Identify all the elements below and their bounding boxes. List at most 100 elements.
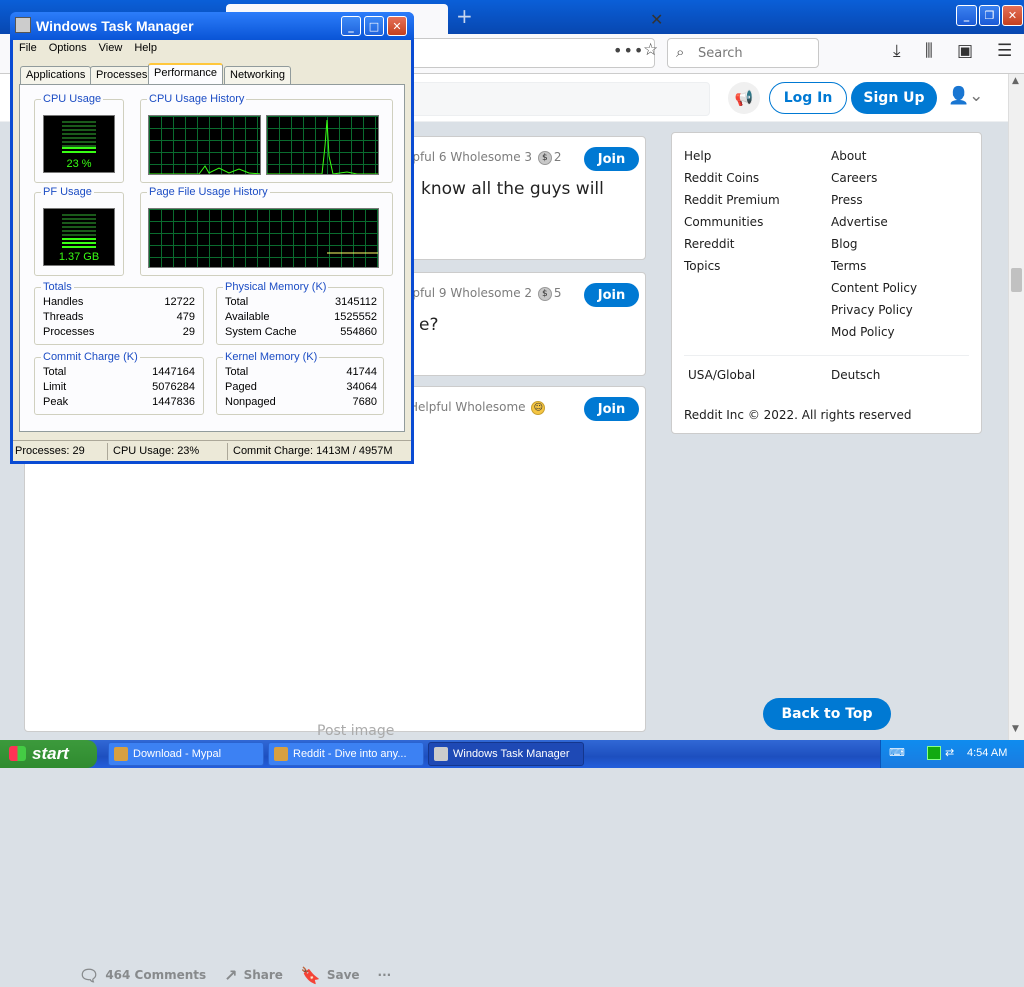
physical-memory-group: Physical Memory (K) Total 3145112 Availa…	[216, 281, 384, 345]
menu-bar: File Options View Help	[13, 40, 411, 58]
join-button[interactable]: Join	[584, 283, 639, 307]
stat-label: Total	[225, 296, 249, 308]
menu-file[interactable]: File	[13, 40, 43, 58]
scroll-down-icon[interactable]: ▼	[1012, 724, 1019, 734]
language-link[interactable]: Deutsch	[831, 368, 880, 382]
keyboard-icon[interactable]: ⌨	[889, 746, 905, 760]
menu-help[interactable]: Help	[128, 40, 163, 58]
wholesome-award-icon: ☺	[531, 400, 546, 415]
taskbar-item-mypal[interactable]: Download - Mypal	[108, 742, 264, 766]
library-icon[interactable]: ⫼	[925, 41, 933, 61]
tab-networking[interactable]: Networking	[224, 66, 292, 85]
footer-link[interactable]: Content Policy	[831, 281, 917, 295]
status-separator	[107, 443, 108, 460]
footer-link[interactable]: Communities	[684, 215, 763, 229]
footer-links-card: Help Reddit Coins Reddit Premium Communi…	[671, 132, 982, 434]
search-placeholder: Search	[698, 46, 743, 61]
bookmark-star-icon[interactable]: ☆	[643, 40, 658, 60]
join-button[interactable]: Join	[584, 147, 639, 171]
stat-value: 7680	[352, 396, 377, 408]
status-commit: Commit Charge: 1413M / 4957M	[233, 445, 393, 457]
footer-link[interactable]: Careers	[831, 171, 877, 185]
group-label: CPU Usage History	[147, 93, 247, 105]
stat-value: 1447164	[152, 366, 195, 378]
footer-link[interactable]: About	[831, 149, 866, 163]
network-icon[interactable]: ⇄	[945, 746, 959, 760]
footer-link[interactable]: Privacy Policy	[831, 303, 913, 317]
signup-button[interactable]: Sign Up	[851, 82, 937, 114]
cpu-history-line	[267, 119, 378, 174]
page-actions-icon[interactable]: •••	[613, 41, 644, 60]
menu-icon[interactable]: ☰	[997, 41, 1012, 61]
scroll-up-icon[interactable]: ▲	[1012, 76, 1019, 86]
tab-applications[interactable]: Applications	[20, 66, 92, 85]
start-button[interactable]: start	[0, 740, 97, 768]
tab-performance[interactable]: Performance	[148, 63, 223, 85]
stat-label: Paged	[225, 381, 257, 393]
pf-history-graph	[148, 208, 379, 268]
stat-label: Peak	[43, 396, 69, 408]
taskbar: start Download - Mypal Reddit - Dive int…	[0, 740, 1024, 768]
footer-link[interactable]: Reddit Premium	[684, 193, 780, 207]
post-title[interactable]: e?	[419, 315, 438, 335]
browser-icon	[274, 747, 288, 761]
menu-options[interactable]: Options	[43, 40, 93, 58]
sidebar-toggle-icon[interactable]: ▣	[957, 41, 973, 61]
more-options-button[interactable]: ···	[378, 968, 392, 982]
language-link[interactable]: USA/Global	[688, 368, 755, 382]
pf-gauge-bars	[62, 214, 96, 248]
window-title: Windows Task Manager	[36, 18, 194, 34]
search-input[interactable]: ⌕ Search	[667, 38, 819, 68]
tab-close-icon[interactable]: ✕	[650, 10, 663, 29]
post-awards: Helpful Wholesome ☺	[409, 400, 547, 415]
footer-link[interactable]: Help	[684, 149, 711, 163]
task-manager-tray-icon[interactable]	[927, 746, 941, 760]
kernel-memory-group: Kernel Memory (K) Total 41744 Paged 3406…	[216, 351, 384, 415]
minimize-button[interactable]: _	[341, 16, 361, 36]
coin-icon: $	[537, 286, 552, 301]
taskbar-item-reddit[interactable]: Reddit - Dive into any...	[268, 742, 424, 766]
footer-link[interactable]: Blog	[831, 237, 858, 251]
performance-panel: CPU Usage 23 % CPU Usage History PF Usag…	[19, 84, 405, 432]
cpu-history-graph-core-2	[266, 115, 379, 175]
footer-link[interactable]: Reddit Coins	[684, 171, 759, 185]
tab-processes[interactable]: Processes	[90, 66, 154, 85]
stat-label: System Cache	[225, 326, 297, 338]
stat-value: 1525552	[334, 311, 377, 323]
post-title[interactable]: know all the guys will	[421, 179, 604, 199]
pf-history-group: Page File Usage History	[140, 186, 393, 276]
stat-label: Handles	[43, 296, 84, 308]
save-button[interactable]: 🔖 Save	[301, 966, 360, 985]
login-button[interactable]: Log In	[769, 82, 847, 114]
share-icon: ↗	[224, 965, 238, 985]
join-button[interactable]: Join	[584, 397, 639, 421]
share-button[interactable]: ↗ Share	[224, 966, 283, 985]
footer-link[interactable]: Advertise	[831, 215, 888, 229]
new-tab-icon[interactable]: +	[456, 4, 473, 28]
taskbar-item-task-manager[interactable]: Windows Task Manager	[428, 742, 584, 766]
stat-label: Limit	[43, 381, 67, 393]
stat-value: 34064	[346, 381, 377, 393]
advertise-icon[interactable]: 📢	[728, 82, 760, 114]
stat-value: 41744	[346, 366, 377, 378]
browser-restore-button[interactable]: ❐	[979, 5, 1000, 26]
task-manager-titlebar[interactable]: Windows Task Manager _ □ ✕	[10, 12, 414, 40]
browser-close-button[interactable]: ✕	[1002, 5, 1023, 26]
footer-link[interactable]: Topics	[684, 259, 720, 273]
comments-button[interactable]: 🗨 464 Comments	[79, 966, 206, 985]
download-icon[interactable]: ⤓	[893, 41, 901, 61]
user-menu-icon[interactable]: 👤⌄	[948, 86, 983, 106]
browser-minimize-button[interactable]: _	[956, 5, 977, 26]
close-button[interactable]: ✕	[387, 16, 407, 36]
maximize-button[interactable]: □	[364, 16, 384, 36]
reddit-search-input[interactable]	[410, 82, 710, 116]
back-to-top-button[interactable]: Back to Top	[763, 698, 891, 730]
menu-view[interactable]: View	[93, 40, 129, 58]
footer-link[interactable]: Mod Policy	[831, 325, 895, 339]
footer-link[interactable]: Rereddit	[684, 237, 735, 251]
group-label: Page File Usage History	[147, 186, 270, 198]
vertical-scrollbar[interactable]: ▲ ▼	[1008, 74, 1024, 740]
scrollbar-thumb[interactable]	[1011, 268, 1022, 292]
footer-link[interactable]: Press	[831, 193, 863, 207]
footer-link[interactable]: Terms	[831, 259, 866, 273]
